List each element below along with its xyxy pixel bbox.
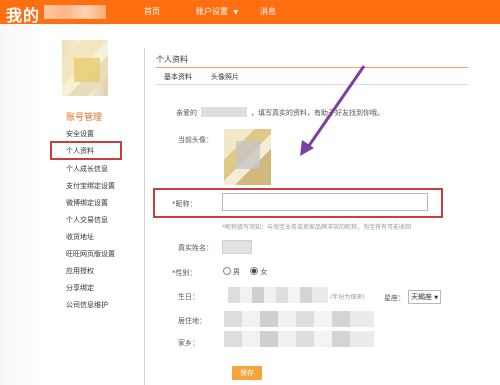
sidebar-item-address[interactable]: 收货地址 [66, 232, 94, 242]
tab-basic-info[interactable]: 基本资料 [164, 72, 192, 82]
sidebar-item-security[interactable]: 安全设置 [66, 129, 94, 139]
sidebar-item-growth[interactable]: 个人成长信息 [66, 164, 108, 174]
constellation-select[interactable]: 天蝎座 ▼ [408, 290, 442, 304]
save-button[interactable]: 保存 [232, 366, 262, 380]
sidebar-item-alipay[interactable]: 支付宝绑定设置 [66, 181, 115, 191]
birthday-input-blurred[interactable] [228, 287, 328, 303]
avatar-center [74, 58, 100, 82]
left-gutter [0, 24, 40, 385]
greeting-prefix: 亲爱的 [176, 109, 197, 117]
top-nav-bar: 我的 首页 账户设置 ▼ 消息 [0, 0, 500, 26]
birthday-label: 生日： [178, 293, 199, 301]
gender-options: 男 女 [223, 267, 267, 277]
tab-avatar-photo[interactable]: 头像照片 [211, 72, 239, 82]
chevron-down-icon: ▼ [233, 9, 239, 16]
sidebar-item-share-binding[interactable]: 分享绑定 [66, 283, 94, 293]
sidebar-item-wangwang[interactable]: 旺旺网页版设置 [66, 249, 115, 259]
constellation-label: 星座： [384, 294, 405, 302]
arrow-shaft [304, 65, 366, 151]
nickname-label-text: 昵称： [175, 200, 197, 208]
constellation-value: 天蝎座 [411, 293, 432, 301]
nav-home[interactable]: 首页 [144, 6, 160, 17]
residence-label: 居住地： [178, 317, 206, 325]
current-avatar-blur [236, 141, 260, 169]
sidebar-divider [144, 48, 145, 385]
sidebar-item-weibo[interactable]: 微博绑定设置 [66, 198, 108, 208]
gender-male-radio[interactable] [223, 267, 231, 275]
gender-female-radio[interactable] [250, 267, 259, 275]
logo[interactable]: 我的 [6, 2, 40, 26]
gender-label: *性别： [172, 268, 197, 278]
nickname-label: *昵称： [172, 199, 197, 209]
birthday-note: (年份为保密) [330, 294, 365, 301]
real-name-input[interactable] [222, 240, 252, 254]
sidebar-item-app-auth[interactable]: 应用授权 [66, 266, 94, 276]
annotation-arrow [300, 65, 366, 156]
logo-blurred-area [44, 5, 106, 19]
nav-news[interactable]: 消息 [260, 6, 276, 17]
nav-account-settings[interactable]: 账户设置 ▼ [196, 6, 238, 17]
profile-highlight-box [50, 141, 122, 160]
gender-label-text: 性别： [175, 269, 197, 277]
nickname-input[interactable] [222, 193, 428, 211]
sidebar-title: 账号管理 [66, 113, 103, 123]
nav-account-settings-label: 账户设置 [196, 7, 228, 16]
sidebar-item-trade-info[interactable]: 个人交易信息 [66, 215, 108, 225]
sidebar-item-company-info[interactable]: 公司信息维护 [66, 300, 108, 310]
nickname-hint: *昵称填写须知：与淘宝业务或卖家品牌冲突的昵称，淘宝将有可能收回 [222, 224, 412, 231]
current-avatar-label: 当前头像： [178, 136, 213, 144]
residence-input-blurred[interactable] [224, 311, 374, 327]
gender-male-label: 男 [233, 268, 240, 276]
hometown-label: 家乡： [178, 339, 199, 347]
chevron-down-icon: ▼ [434, 295, 439, 301]
hometown-input-blurred[interactable] [224, 331, 374, 347]
gender-female-label: 女 [260, 268, 268, 276]
section-title: 个人资料 [156, 55, 188, 64]
blurred-username [201, 107, 247, 117]
real-name-label: 真实姓名： [178, 244, 213, 252]
